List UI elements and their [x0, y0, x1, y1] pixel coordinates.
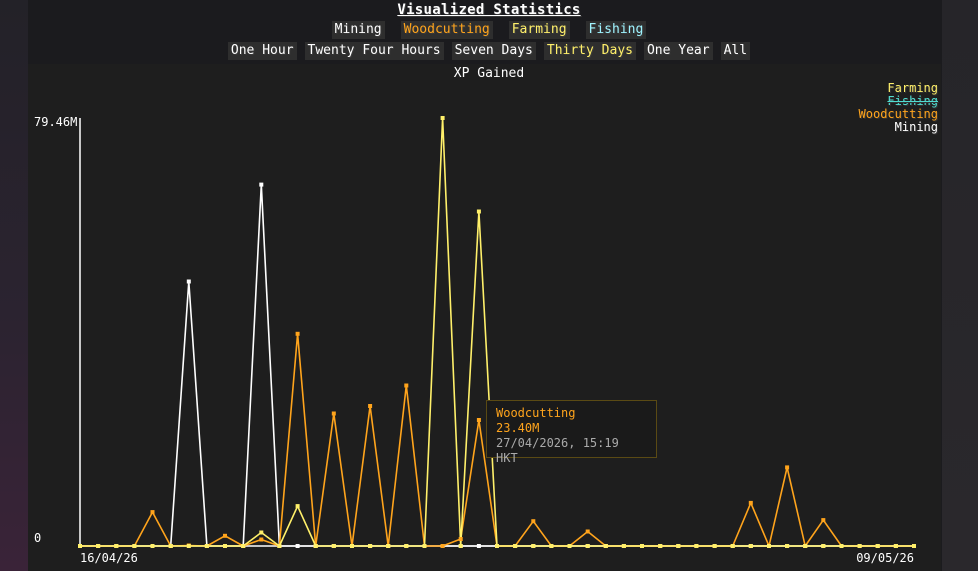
- series-line-farming: [80, 117, 914, 547]
- data-point-woodcutting: [295, 331, 300, 336]
- data-point-farming: [295, 504, 300, 509]
- data-point-farming: [458, 544, 463, 548]
- data-point-woodcutting: [259, 537, 264, 542]
- data-point-farming: [277, 544, 282, 548]
- data-point-mining: [476, 544, 481, 548]
- series-line-mining: [80, 183, 914, 547]
- data-point-farming: [223, 544, 227, 548]
- data-point-farming: [422, 544, 427, 548]
- x-tick-label-start: 16/04/26: [80, 551, 138, 565]
- data-point-farming: [259, 530, 264, 535]
- data-point-farming: [78, 544, 82, 548]
- data-point-farming: [785, 544, 790, 548]
- data-point-farming: [658, 544, 663, 548]
- data-point-farming: [114, 544, 119, 548]
- data-point-woodcutting: [331, 411, 336, 416]
- x-tick-label-end: 09/05/26: [856, 551, 914, 565]
- data-point-mining: [295, 544, 300, 548]
- data-point-woodcutting: [368, 404, 373, 408]
- data-point-farming: [132, 544, 137, 548]
- data-point-farming: [495, 544, 499, 548]
- data-point-farming: [640, 544, 644, 548]
- data-point-farming: [368, 544, 373, 548]
- data-point-farming: [204, 544, 209, 548]
- data-point-woodcutting: [223, 533, 227, 538]
- data-point-farming: [440, 116, 445, 120]
- data-tooltip: Woodcutting 23.40M 27/04/2026, 15:19 HKT: [486, 400, 657, 465]
- data-point-mining: [186, 279, 191, 284]
- data-point-woodcutting: [458, 537, 463, 541]
- data-point-farming: [803, 544, 808, 548]
- data-point-woodcutting: [150, 510, 155, 515]
- data-point-farming: [767, 544, 771, 548]
- data-point-farming: [748, 544, 753, 548]
- xp-chart: 0 79.46M 16/04/26 09/05/26: [34, 115, 916, 565]
- data-point-woodcutting: [476, 418, 481, 422]
- data-point-farming: [821, 544, 826, 548]
- data-point-farming: [241, 544, 246, 548]
- data-point-farming: [549, 544, 554, 548]
- legend-item-mining[interactable]: Mining: [859, 121, 938, 134]
- data-point-farming: [839, 544, 844, 548]
- data-point-farming: [331, 544, 336, 548]
- data-point-farming: [676, 544, 681, 548]
- data-point-farming: [150, 544, 155, 548]
- data-point-farming: [186, 544, 191, 548]
- data-point-farming: [96, 544, 101, 548]
- data-point-woodcutting: [585, 529, 590, 534]
- data-point-farming: [350, 544, 354, 548]
- data-point-farming: [712, 544, 717, 548]
- data-point-woodcutting: [404, 383, 409, 388]
- data-point-farming: [168, 544, 173, 548]
- data-point-woodcutting: [748, 500, 753, 505]
- data-point-farming: [313, 544, 318, 548]
- legend: Farming Fishing Woodcutting Mining: [859, 82, 938, 134]
- data-point-farming: [857, 544, 862, 548]
- data-point-farming: [531, 544, 536, 548]
- data-point-woodcutting: [531, 519, 536, 524]
- data-point-farming: [603, 544, 608, 548]
- data-point-woodcutting: [785, 465, 790, 470]
- tooltip-value: 23.40M: [496, 421, 540, 435]
- y-tick-label-min: 0: [34, 531, 41, 545]
- data-point-farming: [386, 544, 391, 548]
- data-point-farming: [694, 544, 699, 548]
- data-point-farming: [567, 544, 572, 548]
- data-point-woodcutting: [440, 544, 445, 548]
- data-point-farming: [621, 544, 626, 548]
- data-point-mining: [259, 182, 264, 187]
- tooltip-date: 27/04/2026, 15:19 HKT: [496, 436, 619, 465]
- data-point-farming: [912, 544, 916, 548]
- data-point-farming: [875, 544, 880, 548]
- data-point-farming: [585, 544, 590, 548]
- data-point-farming: [404, 544, 409, 548]
- tooltip-series: Woodcutting: [496, 406, 576, 420]
- y-tick-label-max: 79.46M: [34, 115, 77, 129]
- data-point-farming: [513, 544, 518, 548]
- data-point-farming: [730, 544, 735, 548]
- data-point-woodcutting: [821, 518, 826, 523]
- data-point-farming: [476, 209, 481, 214]
- data-point-farming: [893, 544, 898, 548]
